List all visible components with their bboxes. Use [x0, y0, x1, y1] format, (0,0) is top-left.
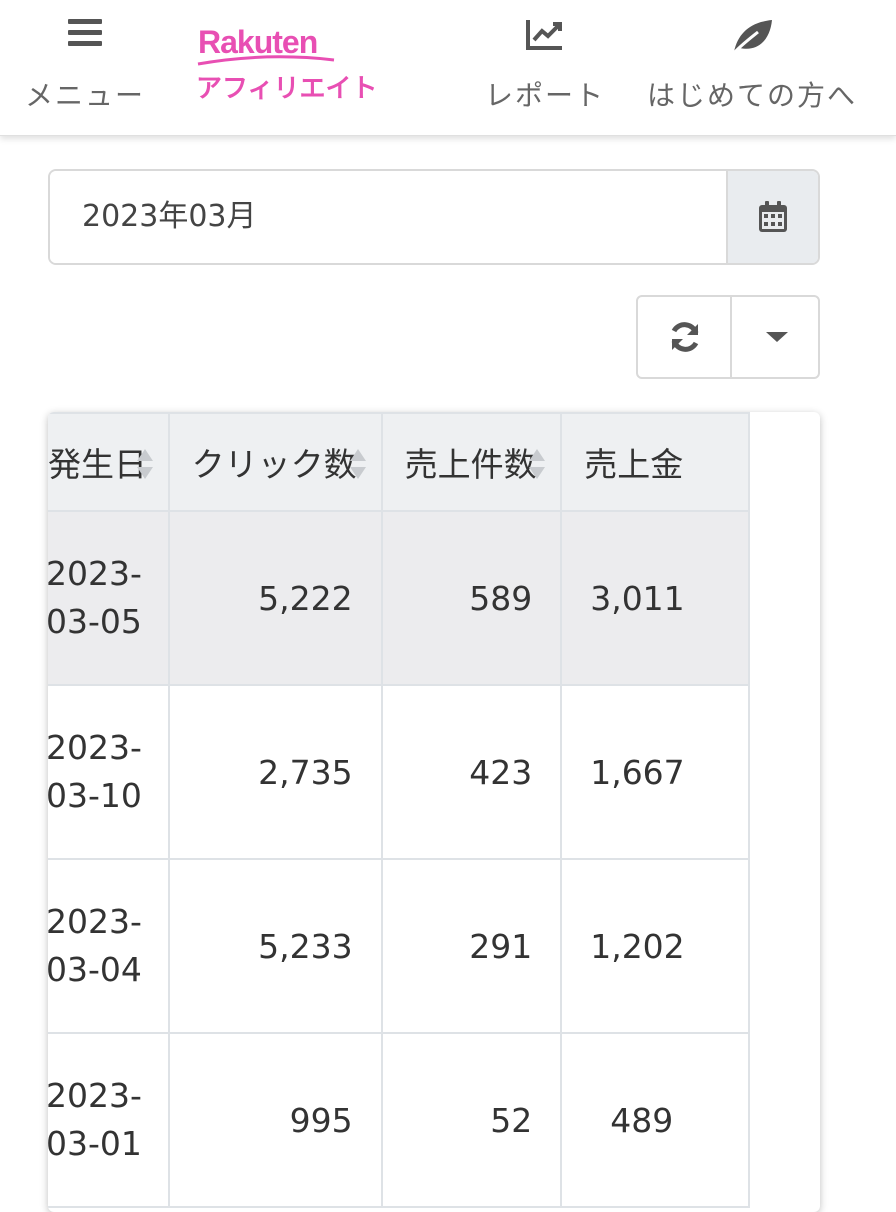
cell-sales-amount-value: 3,011	[590, 578, 685, 618]
cell-date: 2023- 03-10	[48, 684, 170, 860]
cell-sales-amount: 489	[560, 1032, 750, 1208]
column-header-sales-count-label: 売上件数	[404, 445, 537, 484]
cell-date-year: 2023-	[48, 902, 142, 941]
cell-clicks: 995	[167, 1032, 383, 1208]
sort-icon	[136, 449, 153, 479]
cell-sales-amount-value: 1,202	[590, 926, 685, 966]
table-row[interactable]: 2023- 03-04 5,233 291 1,202	[48, 858, 750, 1034]
refresh-icon	[671, 322, 699, 352]
cell-date-year: 2023-	[48, 728, 142, 767]
cell-clicks: 2,735	[167, 684, 383, 860]
calendar-button[interactable]	[726, 171, 818, 263]
rakuten-affiliate-logo[interactable]: Rakuten アフィリエイト	[196, 24, 378, 104]
cell-date-month-day: 03-05	[48, 602, 142, 641]
cell-date-year: 2023-	[48, 554, 142, 593]
sort-icon	[529, 449, 546, 479]
column-header-clicks[interactable]: クリック数	[167, 412, 383, 512]
cell-sales-amount-value: 1,667	[590, 752, 685, 792]
cell-sales-count: 52	[380, 1032, 563, 1208]
cell-sales-count: 423	[380, 684, 563, 860]
beginners-label: はじめての方へ	[646, 79, 857, 112]
logo-swoosh	[197, 55, 335, 66]
cell-date-month-day: 03-10	[48, 776, 142, 815]
cell-date: 2023- 03-05	[48, 510, 170, 686]
calendar-icon	[759, 201, 787, 232]
refresh-button[interactable]	[638, 297, 732, 377]
hamburger-menu-icon	[68, 18, 102, 52]
report-label: レポート	[484, 79, 605, 112]
cell-clicks: 5,222	[167, 510, 383, 686]
report-table: 発生日 クリック数 売上件数 売上金 2023- 03-05 5,222 589…	[48, 412, 750, 1208]
report-table-container[interactable]: 発生日 クリック数 売上件数 売上金 2023- 03-05 5,222 589…	[48, 412, 820, 1212]
cell-clicks: 5,233	[167, 858, 383, 1034]
column-header-sales-count[interactable]: 売上件数	[380, 412, 563, 512]
cell-sales-count: 291	[380, 858, 563, 1034]
cell-date: 2023- 03-04	[48, 858, 170, 1034]
cell-sales-count: 589	[380, 510, 563, 686]
column-header-sales-amount-label: 売上金	[584, 445, 684, 484]
table-row[interactable]: 2023- 03-10 2,735 423 1,667	[48, 684, 750, 860]
menu-label: メニュー	[24, 79, 145, 112]
month-picker: 2023年03月	[48, 169, 820, 265]
cell-sales-amount-value: 489	[610, 1100, 674, 1140]
cell-sales-amount: 3,011	[560, 510, 750, 686]
cell-date: 2023- 03-01	[48, 1032, 170, 1208]
column-header-date-label: 発生日	[48, 445, 147, 484]
column-header-clicks-label: クリック数	[191, 445, 357, 484]
table-row[interactable]: 2023- 03-05 5,222 589 3,011	[48, 510, 750, 686]
column-header-date[interactable]: 発生日	[48, 412, 170, 512]
beginners-guide-button[interactable]: はじめての方へ	[636, 0, 868, 136]
options-dropdown-button[interactable]	[732, 297, 818, 377]
cell-date-month-day: 03-04	[48, 950, 142, 989]
logo-sub-text: アフィリエイト	[196, 74, 378, 104]
table-toolbar	[636, 295, 820, 379]
table-row[interactable]: 2023- 03-01 995 52 489	[48, 1032, 750, 1208]
table-header-row: 発生日 クリック数 売上件数 売上金	[48, 412, 750, 512]
top-navigation-bar: メニュー Rakuten アフィリエイト レポート はじめての方へ	[0, 0, 896, 136]
report-button[interactable]: レポート	[478, 0, 612, 136]
cell-date-month-day: 03-01	[48, 1124, 142, 1163]
column-header-sales-amount[interactable]: 売上金	[560, 412, 750, 512]
leaf-icon	[730, 18, 774, 60]
menu-button[interactable]: メニュー	[20, 0, 150, 136]
month-input[interactable]: 2023年03月	[50, 171, 728, 263]
cell-sales-amount: 1,202	[560, 858, 750, 1034]
line-chart-icon	[526, 18, 564, 54]
cell-sales-amount: 1,667	[560, 684, 750, 860]
cell-date-year: 2023-	[48, 1076, 142, 1115]
sort-icon	[349, 449, 366, 479]
caret-down-icon	[766, 332, 788, 342]
